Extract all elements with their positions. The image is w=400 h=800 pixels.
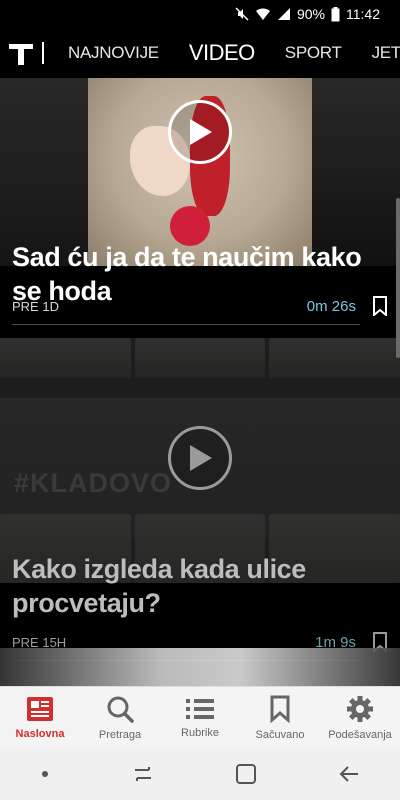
signal-icon <box>277 8 290 20</box>
logo[interactable] <box>0 28 44 78</box>
category-tabs: NAJNOVIJE VIDEO SPORT JETSET <box>68 40 400 66</box>
divider <box>12 324 360 325</box>
nav-label: Pretraga <box>98 728 142 741</box>
nav-pretraga[interactable]: Pretraga <box>80 687 160 748</box>
nav-sacuvano[interactable]: Sačuvano <box>240 687 320 748</box>
next-video-thumbnail[interactable] <box>0 648 400 686</box>
bookmark-icon[interactable] <box>372 296 388 316</box>
scrollbar[interactable] <box>396 198 400 358</box>
list-icon <box>186 698 214 719</box>
status-bar: 90% 11:42 <box>0 0 400 28</box>
tab-najnovije[interactable]: NAJNOVIJE <box>68 43 159 63</box>
back-icon[interactable] <box>338 764 360 784</box>
newspaper-icon <box>27 696 53 721</box>
play-button[interactable] <box>168 426 232 490</box>
telegraf-logo-icon <box>9 44 33 65</box>
video-card[interactable]: #KLADOVO Kako izgleda kada ulice procvet… <box>0 338 400 662</box>
nav-podesavanja[interactable]: Podešavanja <box>320 687 400 748</box>
battery-percent: 90% <box>296 6 325 22</box>
recent-apps-icon[interactable] <box>131 764 155 784</box>
clock: 11:42 <box>346 6 380 22</box>
play-button[interactable] <box>168 100 232 164</box>
system-nav-bar <box>0 748 400 800</box>
bottom-nav: Naslovna Pretraga Rubrike Sačuvano Podeš… <box>0 686 400 748</box>
nav-label: Naslovna <box>15 727 65 740</box>
mute-icon <box>235 7 249 21</box>
dot-icon[interactable] <box>40 769 50 779</box>
play-icon <box>190 445 212 471</box>
tab-video[interactable]: VIDEO <box>189 40 255 66</box>
gear-icon <box>347 695 373 722</box>
video-title[interactable]: Kako izgleda kada ulice procvetaju? <box>12 552 372 620</box>
tab-sport[interactable]: SPORT <box>285 43 342 63</box>
time-ago: PRE 1D <box>12 298 59 314</box>
video-duration: 0m 26s <box>306 297 356 315</box>
nav-label: Sačuvano <box>255 728 305 741</box>
battery-icon <box>331 6 340 21</box>
wifi-icon <box>255 8 270 20</box>
nav-label: Podešavanja <box>328 728 392 741</box>
bookmark-icon <box>270 695 290 723</box>
top-nav: NAJNOVIJE VIDEO SPORT JETSET <box>0 28 400 78</box>
play-icon <box>190 119 212 145</box>
nav-rubrike[interactable]: Rubrike <box>160 687 240 748</box>
nav-naslovna[interactable]: Naslovna <box>0 687 80 748</box>
video-thumbnail[interactable] <box>0 66 400 266</box>
search-icon <box>107 696 134 723</box>
tab-jetset[interactable]: JETSET <box>372 43 400 63</box>
home-icon[interactable] <box>235 763 257 785</box>
nav-label: Rubrike <box>181 726 219 739</box>
video-meta: PRE 1D 0m 26s <box>12 294 388 318</box>
video-feed[interactable]: Sad ću ja da te naučim kako se hoda PRE … <box>0 26 400 686</box>
